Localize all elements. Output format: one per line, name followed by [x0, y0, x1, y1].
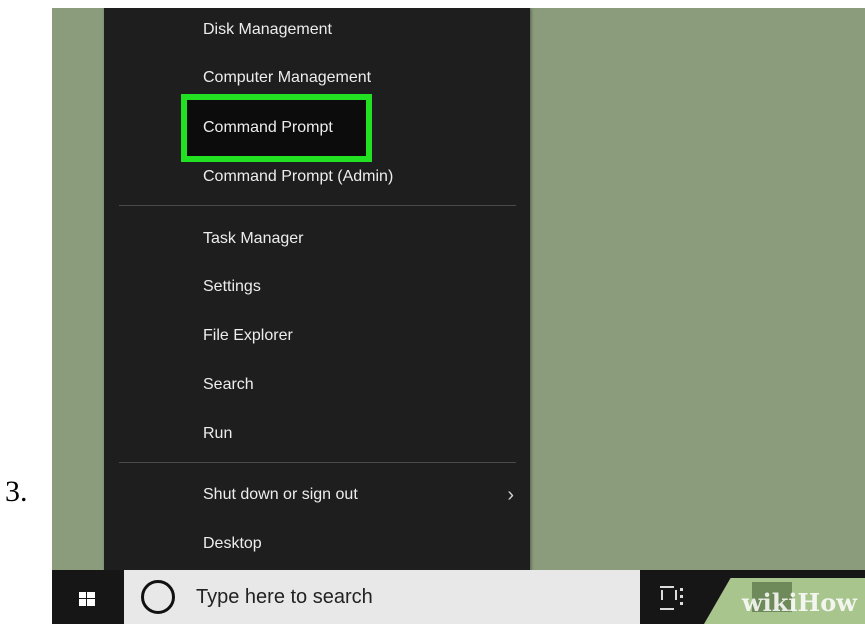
chevron-right-icon: › [507, 484, 514, 506]
menu-divider [119, 205, 516, 206]
menu-item-shut-down-or-sign-out[interactable]: Shut down or sign out › [104, 475, 530, 515]
menu-item-label: Settings [203, 278, 261, 295]
menu-item-run[interactable]: Run [104, 414, 530, 454]
search-placeholder: Type here to search [196, 586, 373, 608]
menu-item-label: Disk Management [203, 21, 332, 38]
menu-item-label: Shut down or sign out [203, 486, 358, 503]
taskbar: Type here to search wikiHow [52, 570, 865, 624]
taskbar-search-box[interactable]: Type here to search [124, 570, 640, 624]
menu-item-file-explorer[interactable]: File Explorer [104, 316, 530, 356]
menu-item-label: Run [203, 425, 233, 442]
step-number: 3. [5, 475, 28, 508]
menu-item-settings[interactable]: Settings [104, 267, 530, 307]
menu-item-computer-management[interactable]: Computer Management [104, 58, 530, 98]
menu-item-label: Command Prompt [203, 119, 333, 136]
menu-item-label: File Explorer [203, 327, 293, 344]
start-button[interactable] [52, 570, 124, 624]
menu-item-label: Computer Management [203, 69, 372, 86]
windows-logo-icon [79, 592, 95, 606]
cortana-circle-icon [141, 580, 175, 614]
menu-divider [119, 462, 516, 463]
menu-item-search[interactable]: Search [104, 365, 530, 405]
menu-item-task-manager[interactable]: Task Manager [104, 219, 530, 259]
watermark-logo: wikiHow [742, 588, 857, 617]
menu-item-desktop[interactable]: Desktop [104, 524, 530, 564]
menu-item-label: Task Manager [203, 230, 304, 247]
task-view-icon[interactable] [658, 584, 688, 610]
menu-item-label: Command Prompt (Admin) [203, 168, 394, 185]
menu-item-label: Search [203, 376, 254, 393]
menu-item-disk-management[interactable]: Disk Management [104, 10, 530, 50]
menu-item-command-prompt-admin[interactable]: Command Prompt (Admin) [104, 157, 530, 197]
desktop-screen: Disk Management Computer Management Comm… [52, 8, 865, 624]
start-context-menu: Disk Management Computer Management Comm… [104, 8, 530, 578]
menu-item-label: Desktop [203, 535, 262, 552]
